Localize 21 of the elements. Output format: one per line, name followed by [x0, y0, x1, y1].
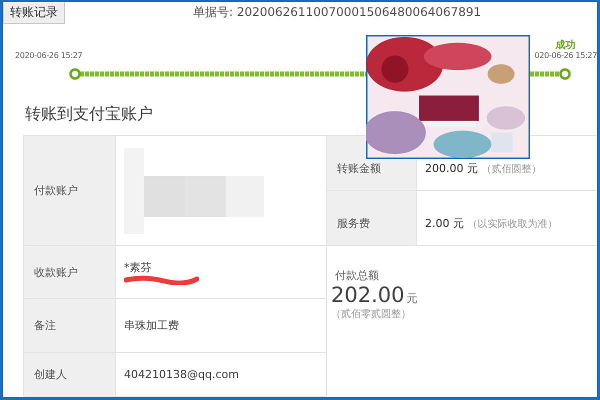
page-title: 转账到支付宝账户 [25, 104, 154, 125]
field-label: 付款账户 [34, 183, 78, 198]
field-label: 服务费 [337, 216, 370, 230]
field-label: 备注 [34, 318, 56, 333]
total-amount: 202.00 [331, 283, 404, 307]
total-label: 付款总额 [335, 268, 379, 283]
currency-unit: 元 [406, 291, 418, 306]
amount-value: 2.00 元 （以实际收取为准） [425, 216, 558, 230]
receipt-number: 单据号: 20200626110070001506480064067891 [193, 4, 482, 21]
amount-value: 200.00 元 （贰佰圆整） [425, 160, 542, 176]
amount-in-words: （贰佰零贰圆整） [331, 308, 411, 321]
transfer-records-tab[interactable]: 转账记录 [3, 2, 65, 24]
payee-name: *素芬 [124, 260, 152, 274]
field-label: 转账金额 [337, 160, 381, 176]
step-time: 020-06-26 15:27 [534, 51, 597, 60]
step-status: 成功 [556, 38, 576, 51]
field-value: 404210138@qq.com [124, 368, 240, 381]
field-label: 收款账户 [34, 264, 78, 280]
field-label: 创建人 [34, 367, 67, 382]
field-value: 串珠加工费 [124, 318, 180, 333]
step-time: 2020-06-26 15:27 [15, 51, 82, 60]
